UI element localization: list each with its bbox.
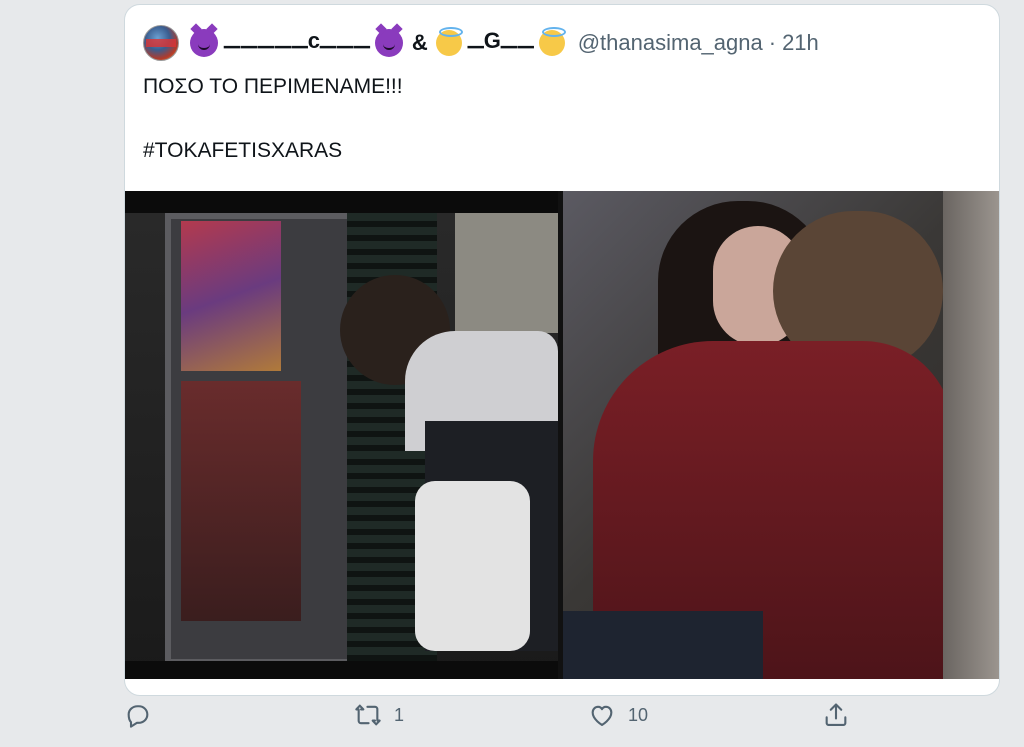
media-image-right[interactable] (563, 191, 999, 679)
tweet-text: ΠΟΣΟ ΤΟ ΠΕΡΙΜΕΝΑΜΕ!!! #TOKAFETISXARAS (143, 71, 403, 167)
retweet-count: 1 (394, 704, 405, 725)
tweet-actions: 1 10 (124, 698, 998, 734)
stage: 𝍠𝍠𝍠𝍠𝍠c𝍠𝍠𝍠 & 𝍠G𝍠𝍠 @thanasima_agna · 21h Π… (0, 0, 1024, 747)
retweet-icon (355, 704, 381, 726)
tweet-card[interactable]: 𝍠𝍠𝍠𝍠𝍠c𝍠𝍠𝍠 & 𝍠G𝍠𝍠 @thanasima_agna · 21h Π… (124, 4, 1000, 696)
devil-emoji-icon (190, 29, 218, 57)
reply-icon (127, 705, 149, 728)
devil-emoji-icon (374, 29, 403, 57)
user-handle[interactable]: @thanasima_agna (578, 30, 763, 56)
like-count: 10 (628, 704, 649, 725)
share-icon (825, 703, 847, 726)
media-image-left[interactable] (125, 191, 558, 679)
angel-emoji-icon (538, 27, 566, 56)
retweet-button[interactable]: 1 (354, 698, 404, 732)
separator-dot: · (768, 30, 777, 55)
display-name-part-2[interactable]: 𝍠G𝍠𝍠 (467, 24, 535, 62)
display-name-ampersand[interactable]: & (412, 30, 428, 56)
tweet-text-line: ΠΟΣΟ ΤΟ ΠΕΡΙΜΕΝΑΜΕ!!! (143, 75, 403, 98)
angel-emoji-icon (435, 27, 463, 56)
hashtag-link[interactable]: #TOKAFETISXARAS (143, 135, 403, 167)
reply-button[interactable] (124, 698, 164, 732)
tweet-header: 𝍠𝍠𝍠𝍠𝍠c𝍠𝍠𝍠 & 𝍠G𝍠𝍠 @thanasima_agna · 21h (143, 24, 979, 62)
tweet-timestamp[interactable]: 21h (782, 30, 819, 56)
display-name-part-1[interactable]: 𝍠𝍠𝍠𝍠𝍠c𝍠𝍠𝍠 (223, 24, 371, 62)
tweet-media[interactable] (125, 191, 999, 679)
share-button[interactable] (822, 698, 850, 732)
like-icon (591, 705, 613, 726)
avatar[interactable] (143, 25, 179, 61)
like-button[interactable]: 10 (588, 698, 648, 732)
